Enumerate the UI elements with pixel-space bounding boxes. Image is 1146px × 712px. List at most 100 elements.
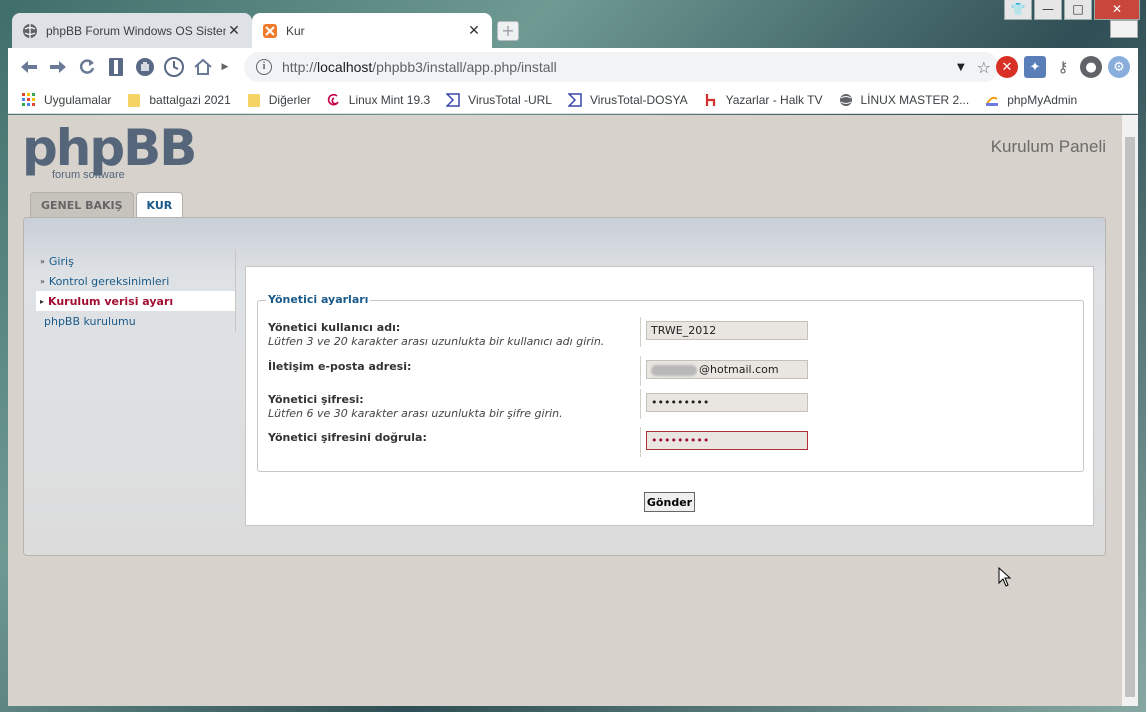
bookmark-star-icon[interactable]: ☆	[977, 58, 991, 77]
page-scrollbar[interactable]	[1122, 115, 1138, 706]
dropdown-arrow-icon[interactable]: ▼	[957, 62, 965, 73]
admin-username-input[interactable]: TRWE_2012	[646, 321, 808, 340]
profile-shirt-icon[interactable]: 👕	[1004, 0, 1032, 20]
bookmark-label: LİNUX MASTER 2...	[860, 92, 970, 107]
browser-tab-title: phpBB Forum Windows OS Sistem	[46, 23, 226, 38]
form-content: Yönetici ayarları Yönetici kullanıcı adı…	[245, 266, 1094, 526]
field-label: Yönetici şifresini doğrula:	[268, 431, 427, 444]
account-avatar-icon[interactable]: ●	[1080, 56, 1102, 78]
bookmark-reader-icon[interactable]	[105, 56, 127, 78]
reload-icon[interactable]	[76, 56, 98, 78]
bookmark-label: Diğerler	[268, 92, 311, 107]
close-tab-icon[interactable]: ✕	[226, 22, 242, 39]
field-divider	[640, 427, 641, 457]
bookmark-label: phpMyAdmin	[1007, 92, 1078, 107]
virustotal-icon	[567, 92, 582, 107]
folder-icon	[247, 93, 260, 107]
sidebar-menu: » Giriş » Kontrol gereksinimleri ▸ Kurul…	[36, 251, 236, 331]
back-arrow-icon[interactable]	[18, 56, 40, 78]
close-window-icon[interactable]: ✕	[1094, 0, 1140, 20]
admin-email-input[interactable]: @hotmail.com	[646, 360, 808, 379]
bookmark-linux-master[interactable]: LİNUX MASTER 2...	[839, 92, 970, 107]
close-tab-icon[interactable]: ✕	[466, 22, 482, 39]
folder-icon	[128, 93, 141, 107]
settings-gear-icon[interactable]: ⚙	[1108, 56, 1130, 78]
sidebar-divider	[235, 250, 236, 332]
sidebar-item-kurulum-verisi[interactable]: ▸ Kurulum verisi ayarı	[36, 291, 236, 311]
field-hint: Lütfen 3 ve 20 karakter arası uzunlukta …	[268, 335, 605, 348]
phpbb-logo[interactable]: phpBB forum software	[22, 119, 197, 185]
admin-password-input[interactable]: •••••••••	[646, 393, 808, 412]
debian-swirl-icon	[327, 93, 339, 105]
bookmark-virustotal-url[interactable]: VirusTotal -URL	[446, 93, 552, 107]
key-icon[interactable]: ⚷	[1052, 56, 1074, 78]
bookmark-virustotal-dosya[interactable]: VirusTotal-DOSYA	[567, 92, 688, 107]
field-label: Yönetici şifresi:	[268, 393, 364, 406]
window-tooltip-box	[1110, 20, 1138, 38]
halktv-icon	[705, 93, 715, 106]
adblock-stop-icon[interactable]: ✕	[996, 56, 1018, 78]
address-bar[interactable]: i http://localhost/phpbb3/install/app.ph…	[244, 52, 999, 82]
sidebar-item-label: Kontrol gereksinimleri	[48, 274, 170, 288]
admin-settings-fieldset: Yönetici ayarları Yönetici kullanıcı adı…	[257, 293, 1084, 472]
bookmark-phpmyadmin[interactable]: phpMyAdmin	[985, 93, 1077, 107]
browser-tab-kur[interactable]: Kur ✕	[252, 13, 492, 48]
toolbar-overflow-chevron-icon[interactable]: ▶	[221, 56, 229, 78]
sidebar-item-giris[interactable]: » Giriş	[36, 251, 236, 271]
sidebar-item-phpbb-kurulumu[interactable]: phpBB kurulumu	[36, 311, 236, 331]
maximize-icon[interactable]: □	[1064, 0, 1092, 20]
forward-arrow-icon[interactable]	[47, 56, 69, 78]
scrollbar-thumb[interactable]	[1125, 137, 1135, 697]
bookmark-label: VirusTotal -URL	[468, 92, 552, 107]
puzzle-extension-icon[interactable]: ✦	[1024, 56, 1046, 78]
panel-tabs: GENEL BAKIŞ KUR	[30, 192, 184, 218]
tab-kur[interactable]: KUR	[135, 192, 184, 218]
bookmark-label: VirusTotal-DOSYA	[589, 92, 688, 107]
url-path: /phpbb3/install/app.php/install	[372, 59, 557, 75]
site-info-icon[interactable]: i	[256, 59, 272, 75]
bullet-arrow-icon: »	[40, 276, 45, 286]
bookmark-label: battalgazi 2021	[149, 92, 231, 107]
bookmark-battalgazi[interactable]: battalgazi 2021	[127, 92, 231, 107]
sidebar-item-label: Giriş	[48, 254, 74, 268]
browser-toolbar: ▶ i http://localhost/phpbb3/install/app.…	[8, 48, 1138, 86]
minimize-icon[interactable]: —	[1034, 0, 1062, 20]
bookmark-uygulamalar[interactable]: Uygulamalar	[22, 92, 111, 107]
bookmark-linux-mint[interactable]: Linux Mint 19.3	[327, 93, 430, 107]
page-title: Kurulum Paneli	[990, 137, 1106, 156]
field-label: Yönetici kullanıcı adı:	[268, 321, 401, 334]
hand-stop-icon[interactable]	[134, 56, 156, 78]
browser-tab-phpbb-forum[interactable]: phpBB Forum Windows OS Sistem ✕	[12, 13, 252, 48]
url-host: localhost	[317, 59, 373, 75]
submit-button[interactable]: Gönder	[644, 492, 695, 512]
extensions-area: ✕ ✦ ⚷ ● ⚙	[996, 56, 1130, 78]
admin-password-confirm-input[interactable]: •••••••••	[646, 431, 808, 450]
page-viewport: phpBB forum software Kurulum Paneli GENE…	[8, 115, 1122, 706]
address-url[interactable]: http://localhost/phpbb3/install/app.php/…	[282, 59, 957, 75]
field-divider	[640, 389, 641, 419]
apps-grid-icon	[22, 92, 35, 106]
tab-strip: phpBB Forum Windows OS Sistem ✕ Kur ✕ + …	[0, 0, 1146, 48]
globe-icon	[23, 23, 37, 38]
home-icon[interactable]	[192, 56, 214, 78]
fieldset-legend: Yönetici ayarları	[266, 293, 371, 306]
sidebar-item-label: Kurulum verisi ayarı	[48, 294, 174, 308]
bookmarks-bar: Uygulamalar battalgazi 2021 Diğerler Lin…	[8, 86, 1138, 114]
pma-icon	[986, 96, 999, 106]
logo-subtext: forum software	[52, 169, 125, 181]
clock-history-icon[interactable]	[163, 56, 185, 78]
browser-tab-title: Kur	[286, 23, 305, 38]
tab-genel-bakis[interactable]: GENEL BAKIŞ	[30, 192, 134, 218]
xampp-icon	[263, 23, 277, 38]
bookmark-label: Linux Mint 19.3	[348, 92, 431, 107]
virustotal-icon	[446, 92, 460, 107]
bookmark-halk-tv[interactable]: Yazarlar - Halk TV	[704, 93, 823, 107]
field-label: İletişim e-posta adresi:	[268, 360, 412, 373]
bullet-arrow-icon: ▸	[40, 296, 45, 306]
new-tab-button[interactable]: +	[497, 21, 519, 41]
bookmark-digerler[interactable]: Diğerler	[247, 93, 311, 107]
email-domain: @hotmail.com	[699, 363, 779, 376]
sidebar-item-kontrol[interactable]: » Kontrol gereksinimleri	[36, 271, 236, 291]
install-panel: » Giriş » Kontrol gereksinimleri ▸ Kurul…	[23, 217, 1106, 556]
url-prefix: http://	[282, 59, 318, 75]
